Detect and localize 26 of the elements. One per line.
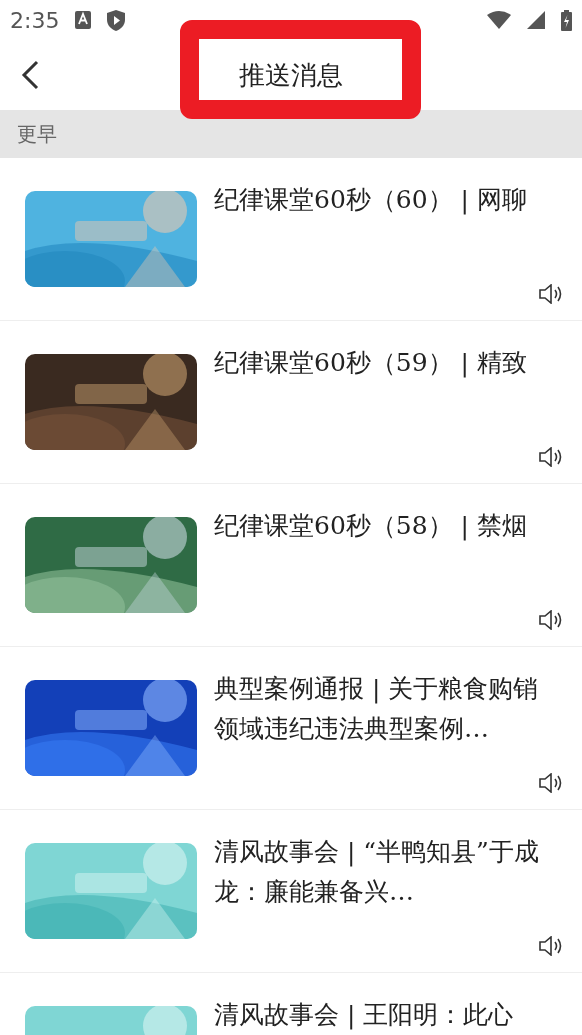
message-title: 纪律课堂60秒（60） | 网聊 [214,184,528,217]
message-title: 典型案例通报 | 关于粮食购销领域违纪违法典型案例… [214,673,540,745]
message-item[interactable]: 纪律课堂60秒（58） | 禁烟 [0,484,582,647]
message-item[interactable]: 典型案例通报 | 关于粮食购销领域违纪违法典型案例… [0,647,582,810]
speaker-icon[interactable] [538,610,562,630]
status-time: 2:35 [10,6,60,35]
section-label: 更早 [17,121,57,148]
signal-icon [527,11,545,29]
message-item[interactable]: 清风故事会 | “半鸭知县”于成龙：廉能兼备兴… [0,810,582,973]
back-icon[interactable] [20,60,40,90]
speaker-icon[interactable] [538,284,562,304]
message-title: 纪律课堂60秒（59） | 精致 [214,347,528,380]
shield-play-icon [107,9,126,31]
message-title: 清风故事会 | 王阳明：此心 [214,999,515,1032]
speaker-icon[interactable] [538,447,562,467]
battery-icon [561,9,572,31]
speaker-icon[interactable] [538,773,562,793]
message-item[interactable]: 纪律课堂60秒（60） | 网聊 [0,158,582,321]
keyboard-icon [75,11,92,29]
message-item[interactable]: 纪律课堂60秒（59） | 精致 [0,321,582,484]
speaker-icon[interactable] [538,936,562,956]
wifi-icon [487,11,511,29]
message-title: 纪律课堂60秒（58） | 禁烟 [214,510,528,543]
message-title: 清风故事会 | “半鸭知县”于成龙：廉能兼备兴… [214,836,540,908]
message-item[interactable]: 清风故事会 | 王阳明：此心 [0,973,582,1035]
page-title: 推送消息 [239,58,343,92]
